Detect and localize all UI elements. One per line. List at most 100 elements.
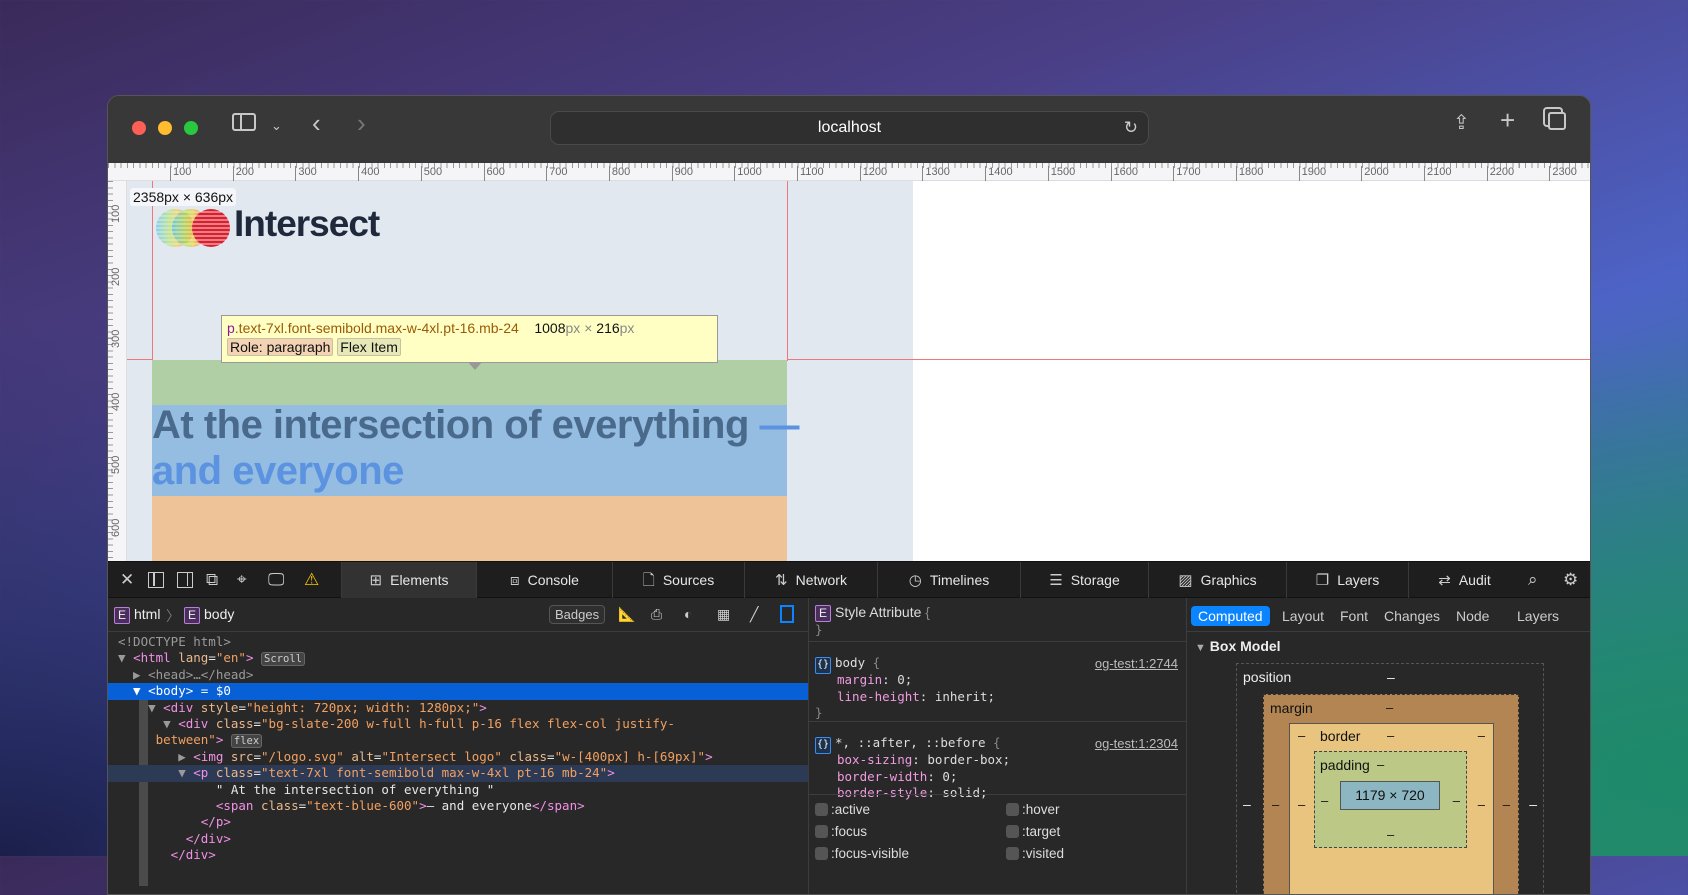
device-icon[interactable]: 🖵 xyxy=(268,570,284,590)
dock-left-icon[interactable] xyxy=(148,572,164,588)
tab-network[interactable]: ⇅ Network xyxy=(744,562,877,599)
dom-token: <div xyxy=(163,699,201,715)
rulers-icon[interactable]: 📐 xyxy=(618,606,635,623)
pseudo-class-checkbox[interactable]: :active xyxy=(815,802,870,817)
warning-icon[interactable]: ⚠ xyxy=(304,570,319,590)
dom-node[interactable]: ▼ <p class="text-7xl font-semibold max-w… xyxy=(108,765,808,782)
pseudo-class-checkbox[interactable]: :hover xyxy=(1006,802,1060,817)
back-icon[interactable]: ‹ xyxy=(312,108,321,139)
print-icon[interactable]: ⎙ xyxy=(651,606,662,623)
badges-button[interactable]: Badges xyxy=(549,605,606,624)
node-badge[interactable]: flex xyxy=(230,734,263,749)
dom-node-selected[interactable]: ▼ <body> = $0 xyxy=(108,683,808,700)
pseudo-class-checkbox[interactable]: :focus xyxy=(815,824,867,839)
style-attribute-rule[interactable]: E Style Attribute { xyxy=(815,604,930,622)
dom-node[interactable]: <!DOCTYPE html> xyxy=(108,634,808,650)
tab-elements[interactable]: ⊞ Elements xyxy=(341,562,476,599)
sidebar-icon[interactable] xyxy=(232,113,256,131)
dom-node[interactable]: ▼ <div class="bg-slate-200 w-full h-full… xyxy=(108,716,808,732)
rule-source-link[interactable]: og-test:1:2744 xyxy=(1095,656,1178,671)
pseudo-class-checkbox[interactable]: :visited xyxy=(1006,846,1064,861)
dom-token: "Intersect logo" xyxy=(381,748,502,764)
tab-label: Audit xyxy=(1458,572,1491,588)
tab-sources[interactable]: 🗋 Sources xyxy=(612,562,744,599)
dom-node[interactable]: " At the intersection of everything " xyxy=(108,782,808,798)
ruler-tick-label: 2200 xyxy=(1486,166,1514,181)
checkbox-icon[interactable] xyxy=(1006,803,1019,816)
dock-right-icon[interactable] xyxy=(177,572,193,588)
property-name: border-style xyxy=(837,785,928,800)
pseudo-class-checkbox[interactable]: :focus-visible xyxy=(815,846,909,861)
tab-graphics[interactable]: ▨ Graphics xyxy=(1148,562,1286,599)
tab-console[interactable]: ⧈ Console xyxy=(476,562,612,599)
rule-source-link[interactable]: og-test:1:2304 xyxy=(1095,736,1178,751)
tab-layers[interactable]: ❐ Layers xyxy=(1286,562,1408,599)
dom-node[interactable]: <span class="text-blue-600">— and everyo… xyxy=(108,798,808,814)
breadcrumb-html[interactable]: Ehtml xyxy=(114,606,160,624)
element-picker-icon[interactable]: ⌖ xyxy=(237,570,247,590)
checkbox-icon[interactable] xyxy=(815,803,828,816)
tooltip-selector: .text-7xl.font-semibold.max-w-4xl.pt-16.… xyxy=(234,320,519,336)
element-icon: E xyxy=(815,605,831,622)
appearance-icon[interactable]: ◐ xyxy=(684,606,692,622)
sidebar-tab-font[interactable]: Font xyxy=(1333,606,1375,626)
ruler-tick-label: 1300 xyxy=(922,166,950,181)
dom-node[interactable]: between"> flex xyxy=(108,732,808,749)
minimize-window-button[interactable] xyxy=(158,121,172,135)
css-property[interactable]: line-height: inherit; xyxy=(837,689,995,704)
sidebar-tab-computed[interactable]: Computed xyxy=(1191,606,1270,626)
border-box: – border – – – – padding – – – – 1179 × … xyxy=(1289,723,1494,894)
role-badge: Role: paragraph xyxy=(227,338,334,356)
grid-icon[interactable]: ▦ xyxy=(717,606,730,623)
dom-token: ▼ xyxy=(118,715,179,731)
reload-icon[interactable]: ↻ xyxy=(1124,112,1138,144)
sidebar-tab-layout[interactable]: Layout xyxy=(1275,606,1331,626)
rule-close: } xyxy=(815,705,823,720)
tab-timelines[interactable]: ◷ Timelines xyxy=(877,562,1020,599)
checkbox-icon[interactable] xyxy=(1006,847,1019,860)
sidebar-tab-layers[interactable]: Layers xyxy=(1510,606,1566,626)
css-property[interactable]: margin: 0; xyxy=(837,672,912,687)
brush-icon[interactable]: ╱ xyxy=(750,606,758,623)
checkbox-icon[interactable] xyxy=(815,825,828,838)
node-badge[interactable]: Scroll xyxy=(261,652,305,667)
css-property[interactable]: border-width: 0; xyxy=(837,769,957,784)
css-property[interactable]: box-sizing: border-box; xyxy=(837,752,1010,767)
tab-storage[interactable]: ☰ Storage xyxy=(1020,562,1148,599)
box-model-header[interactable]: ▼ Box Model xyxy=(1195,638,1281,654)
sidebar-tab-node[interactable]: Node xyxy=(1449,606,1496,626)
dom-node[interactable]: ▼ <div style="height: 720px; width: 1280… xyxy=(108,700,808,716)
pseudo-class-checkbox[interactable]: :target xyxy=(1006,824,1060,839)
close-devtools-icon[interactable]: ✕ xyxy=(120,570,134,590)
sidebar-tab-changes[interactable]: Changes xyxy=(1377,606,1447,626)
zoom-window-button[interactable] xyxy=(184,121,198,135)
padding-overlay xyxy=(152,496,787,561)
chevron-down-icon[interactable]: ⌄ xyxy=(271,118,282,134)
close-window-button[interactable] xyxy=(132,121,146,135)
new-tab-icon[interactable]: + xyxy=(1500,105,1515,136)
dom-node[interactable]: ▶ <head>…</head> xyxy=(108,667,808,683)
breadcrumb-body[interactable]: Ebody xyxy=(184,606,234,624)
share-icon[interactable]: ⇪ xyxy=(1453,110,1470,135)
css-property[interactable]: border-style: solid; xyxy=(837,785,988,800)
dom-node[interactable]: </p> xyxy=(108,814,808,830)
rule-icon: {} xyxy=(815,737,831,754)
address-bar[interactable]: localhost ↻ xyxy=(550,111,1149,145)
tabs-overview-icon[interactable] xyxy=(1548,112,1566,130)
dom-token: "w-[400px] h-[69px]" xyxy=(554,748,706,764)
ruler-tick-label: 1600 xyxy=(1110,166,1138,181)
dom-node[interactable]: </div> xyxy=(108,847,808,863)
dom-node[interactable]: ▶ <img src="/logo.svg" alt="Intersect lo… xyxy=(108,749,808,765)
tab-audit[interactable]: ⇄ Audit xyxy=(1408,562,1520,599)
settings-gear-icon[interactable]: ⚙ xyxy=(1563,570,1578,590)
forward-icon[interactable]: › xyxy=(357,108,366,139)
checkbox-icon[interactable] xyxy=(815,847,828,860)
dom-node[interactable]: ▼ <html lang="en"> Scroll xyxy=(108,650,808,667)
checkbox-icon[interactable] xyxy=(1006,825,1019,838)
details-sidebar-toggle-icon[interactable] xyxy=(780,605,794,623)
dom-node[interactable]: </div> xyxy=(108,831,808,847)
breadcrumb-label: body xyxy=(204,606,235,622)
undock-icon[interactable]: ⧉ xyxy=(206,570,218,590)
network-icon: ⇅ xyxy=(775,572,788,589)
search-icon[interactable]: ⌕ xyxy=(1528,570,1538,590)
